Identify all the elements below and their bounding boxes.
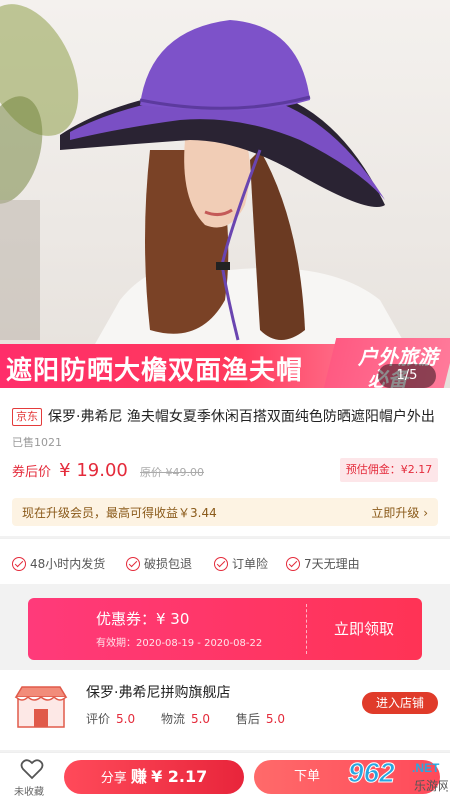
upgrade-button-label: 立即升级 xyxy=(371,506,420,520)
service-item: 订单险 xyxy=(214,555,268,572)
rating-label: 物流 xyxy=(160,712,185,726)
share-earn-button[interactable]: 分享 赚 ¥ 2.17 xyxy=(64,760,244,794)
coupon-validity: 有效期：2020-08-19 - 2020-08-22 xyxy=(96,638,263,649)
store-icon xyxy=(14,683,68,733)
product-title-row: 京东 保罗·弗希尼 渔夫帽女夏季休闲百搭双面纯色防晒遮阳帽户外出 xyxy=(12,406,442,426)
image-pager: 1/5 xyxy=(378,364,436,388)
original-price: 原价 ¥49.00 xyxy=(140,466,205,479)
enter-shop-button[interactable]: 进入店铺 xyxy=(362,692,438,714)
share-earn-label: 赚 xyxy=(130,767,147,786)
rating-value: 5.0 xyxy=(116,712,136,726)
share-prefix: 分享 xyxy=(100,771,127,786)
platform-tag: 京东 xyxy=(12,408,42,426)
service-guarantees: 48小时内发货 破损包退 订单险 7天无理由 xyxy=(0,538,450,584)
claim-coupon-button[interactable]: 立即领取 xyxy=(306,598,422,660)
product-title: 保罗·弗希尼 渔夫帽女夏季休闲百搭双面纯色防晒遮阳帽户外出 xyxy=(48,409,435,425)
share-earn-amount: ¥ 2.17 xyxy=(151,767,208,786)
chevron-right-icon: › xyxy=(423,506,428,520)
check-circle-icon xyxy=(12,557,26,571)
service-label: 7天无理由 xyxy=(304,557,360,571)
check-circle-icon xyxy=(286,557,300,571)
upgrade-text: 现在升级会员，最高可得收益￥3.44 xyxy=(22,506,217,520)
rating-label: 评价 xyxy=(86,712,111,726)
sold-count: 已售1021 xyxy=(12,436,62,449)
product-photo-illustration xyxy=(0,4,430,388)
upgrade-button[interactable]: 立即升级 › xyxy=(371,504,428,521)
service-item: 7天无理由 xyxy=(286,555,360,572)
price-row: 券后价 ¥ 19.00 原价 ¥49.00 xyxy=(12,460,204,481)
watermark-logo: 962 xyxy=(348,757,395,788)
commission-badge: 预估佣金：¥2.17 xyxy=(340,458,438,482)
service-label: 破损包退 xyxy=(144,557,193,571)
coupon-amount: 优惠券：¥ 30 xyxy=(96,610,190,628)
shop-ratings: 评价 5.0 物流 5.0 售后 5.0 xyxy=(86,710,307,727)
watermark-suffix: .NET xyxy=(412,761,440,775)
service-label: 48小时内发货 xyxy=(30,557,106,571)
promo-banner-title: 遮阳防晒大檐双面渔夫帽 xyxy=(6,356,304,386)
coupon-price: ¥ 19.00 xyxy=(59,460,128,481)
watermark-sub: 乐游网 xyxy=(414,779,448,793)
favorite-button[interactable] xyxy=(10,758,54,784)
upgrade-banner[interactable]: 现在升级会员，最高可得收益￥3.44 立即升级 › xyxy=(12,498,438,526)
service-label: 订单险 xyxy=(232,557,269,571)
favorite-label: 未收藏 xyxy=(14,787,44,798)
check-circle-icon xyxy=(214,557,228,571)
service-item: 破损包退 xyxy=(126,555,192,572)
product-image[interactable]: 遮阳防晒大檐双面渔夫帽 xyxy=(0,0,450,388)
rating-value: 5.0 xyxy=(265,712,285,726)
site-watermark: 962 .NET 乐游网 xyxy=(330,752,450,798)
heart-icon xyxy=(20,759,44,780)
shop-name[interactable]: 保罗·弗希尼拼购旗舰店 xyxy=(86,682,230,702)
buy-label: 下单 xyxy=(294,769,321,784)
service-item: 48小时内发货 xyxy=(12,555,105,572)
rating-value: 5.0 xyxy=(190,712,211,726)
rating-label: 售后 xyxy=(235,712,260,726)
price-label: 券后价 xyxy=(12,465,52,480)
check-circle-icon xyxy=(126,557,140,571)
